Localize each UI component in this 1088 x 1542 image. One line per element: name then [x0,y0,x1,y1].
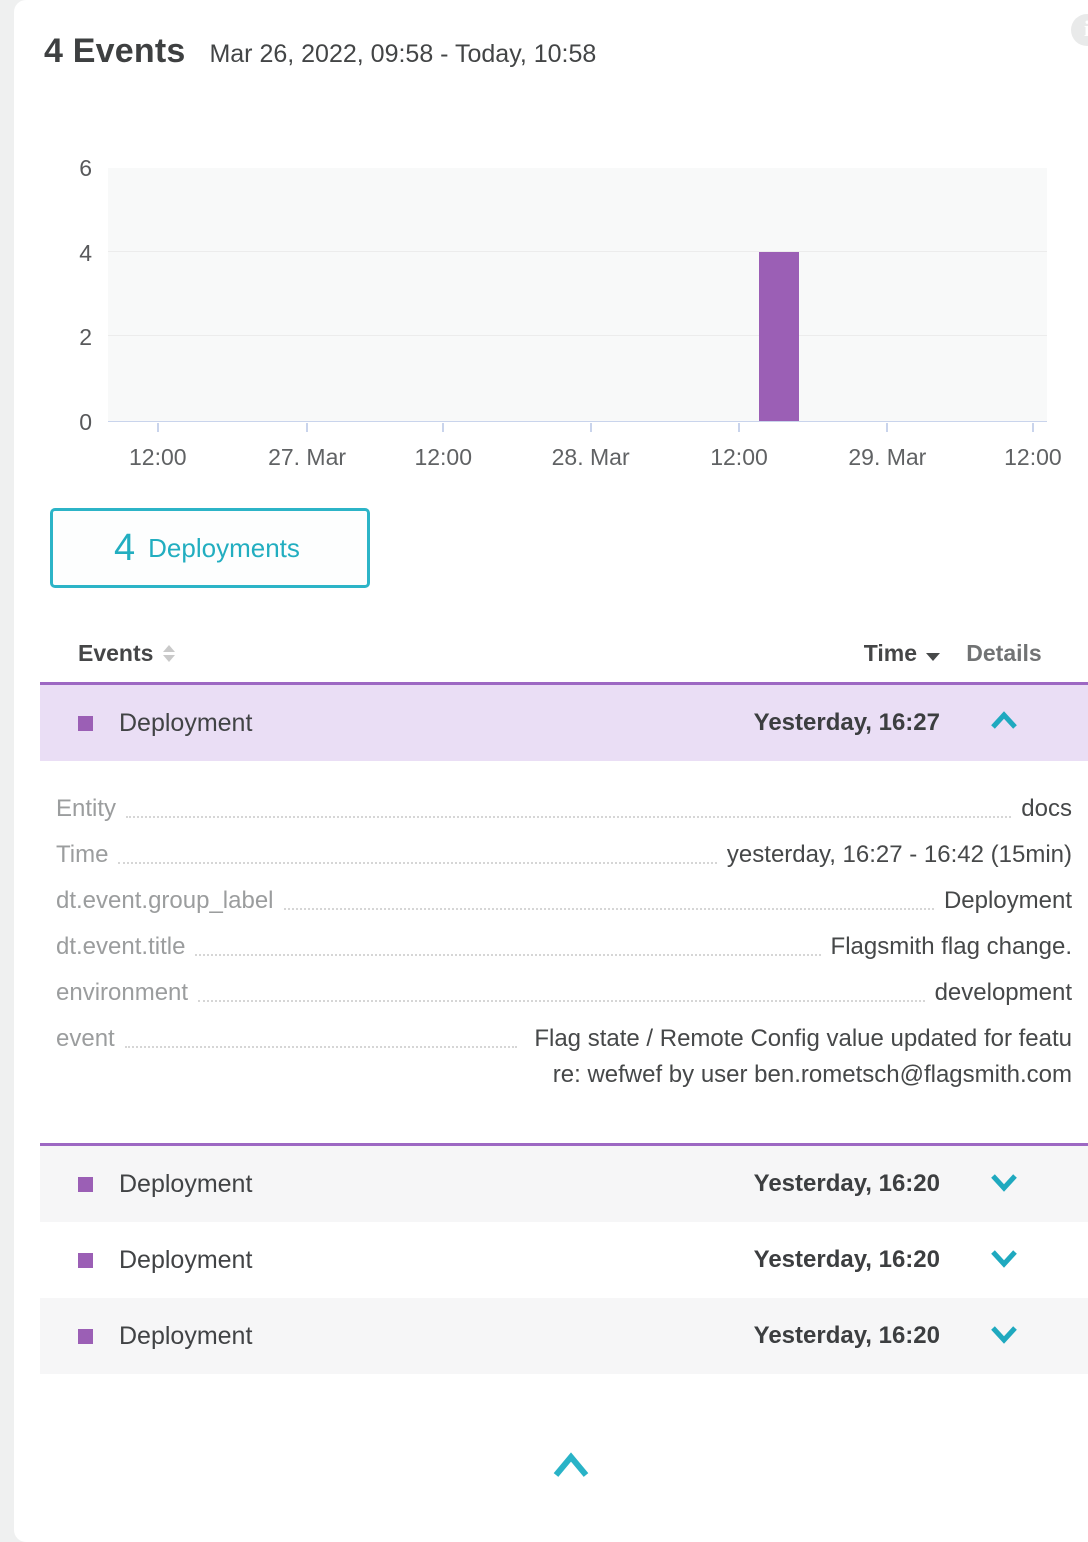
column-header-details: Details [940,640,1068,667]
detail-label: dt.event.title [56,929,185,965]
x-axis-tick-label: 27. Mar [242,444,372,471]
detail-row: environment development [56,975,1072,1011]
detail-row: dt.event.group_label Deployment [56,883,1072,919]
detail-label: Time [56,837,108,873]
sort-desc-icon [926,653,940,661]
detail-row: dt.event.title Flagsmith flag change. [56,929,1072,965]
y-axis-tick-label: 0 [48,409,92,436]
sort-icon [163,645,175,662]
bar-deployments[interactable] [759,252,799,421]
x-axis-tick-label: 28. Mar [526,444,656,471]
deployment-marker-icon [78,1329,93,1344]
event-time: Yesterday, 16:20 [690,1322,940,1350]
detail-value: yesterday, 16:27 - 16:42 (15min) [727,837,1072,873]
event-row-expanded[interactable]: Deployment Yesterday, 16:27 [40,685,1088,761]
events-table: Events Time Details Deployment Yesterday… [40,625,1088,1374]
expanded-event-group: Deployment Yesterday, 16:27 Entity docs Ti… [40,682,1088,1146]
y-axis-tick-label: 4 [48,240,92,267]
column-header-time[interactable]: Time [690,640,940,667]
panel-header: 4 Events Mar 26, 2022, 09:58 - Today, 10… [44,32,596,71]
dotted-leader [125,1021,517,1048]
time-header-label: Time [864,640,917,666]
chevron-up-icon[interactable] [940,711,1068,736]
event-type-label: Deployment [119,1170,690,1199]
event-type-label: Deployment [119,1246,690,1275]
detail-row: Time yesterday, 16:27 - 16:42 (15min) [56,837,1072,873]
x-axis-tick-label: 12:00 [93,444,223,471]
events-header-label: Events [78,640,153,667]
date-range: Mar 26, 2022, 09:58 - Today, 10:58 [209,40,596,69]
legend-deployments-toggle[interactable]: 4 Deployments [50,508,370,588]
x-axis-tick-label: 12:00 [968,444,1088,471]
detail-label: event [56,1021,115,1057]
detail-row: Entity docs [56,791,1072,827]
event-time: Yesterday, 16:20 [690,1246,940,1274]
dotted-leader [195,929,820,956]
event-time: Yesterday, 16:27 [690,709,940,737]
legend-label: Deployments [148,533,300,564]
dotted-leader [118,837,716,864]
event-type-label: Deployment [119,709,690,738]
chevron-up-icon [551,1452,591,1480]
detail-label: Entity [56,791,116,827]
event-time: Yesterday, 16:20 [690,1170,940,1198]
event-type-label: Deployment [119,1322,690,1351]
dotted-leader [126,791,1011,818]
table-header-row: Events Time Details [40,625,1088,682]
x-axis-tick-label: 12:00 [378,444,508,471]
detail-value: development [935,975,1072,1011]
detail-value: Flagsmith flag change. [831,929,1072,965]
detail-label: environment [56,975,188,1011]
chevron-down-icon[interactable] [940,1248,1068,1273]
detail-value: Deployment [944,883,1072,919]
chevron-down-icon[interactable] [940,1324,1068,1349]
event-row[interactable]: DeploymentYesterday, 16:20 [40,1298,1088,1374]
event-details: Entity docs Time yesterday, 16:27 - 16:42 (… [40,761,1088,1143]
dotted-leader [284,883,934,910]
detail-label: dt.event.group_label [56,883,274,919]
event-row[interactable]: DeploymentYesterday, 16:20 [40,1146,1088,1222]
y-axis-tick-label: 2 [48,324,92,351]
page-title: 4 Events [44,32,185,71]
legend-count: 4 [114,527,135,570]
detail-row: event Flag state / Remote Config value up… [56,1021,1072,1093]
events-bar-chart [108,168,1047,422]
chevron-down-icon[interactable] [940,1172,1068,1197]
detail-value: Flag state / Remote Config value updated… [527,1021,1072,1093]
x-axis-tick-label: 12:00 [674,444,804,471]
column-header-events[interactable]: Events [78,640,690,667]
x-axis-tick-label: 29. Mar [822,444,952,471]
deployment-marker-icon [78,1177,93,1192]
collapse-list-button[interactable] [549,1450,593,1484]
deployment-marker-icon [78,716,93,731]
y-axis-tick-label: 6 [48,155,92,182]
event-row[interactable]: DeploymentYesterday, 16:20 [40,1222,1088,1298]
detail-value: docs [1021,791,1072,827]
deployment-marker-icon [78,1253,93,1268]
deployments-swatch-icon [73,527,96,569]
dotted-leader [198,975,924,1002]
